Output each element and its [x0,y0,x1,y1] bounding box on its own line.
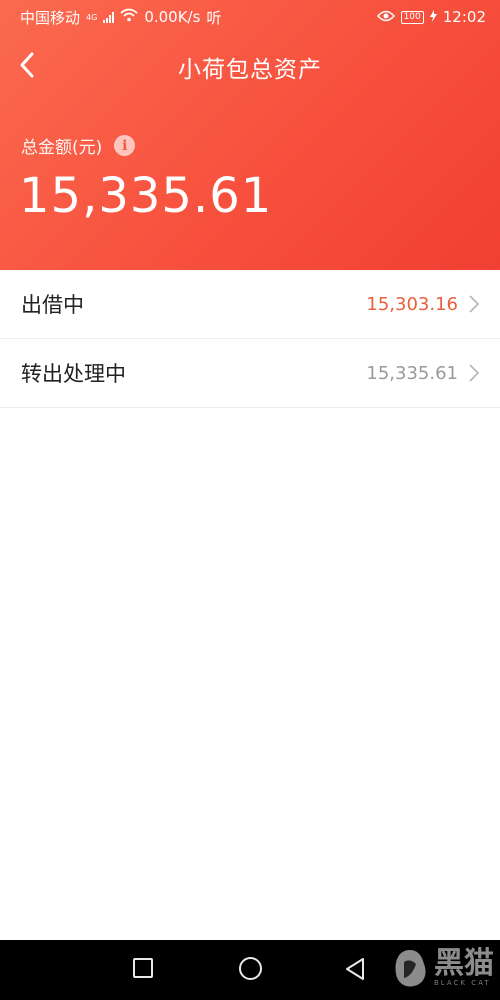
total-label: 总金额(元) [21,138,103,158]
charging-icon [429,8,437,26]
eye-icon [376,8,395,26]
list-item-value: 15,303.16 [366,293,458,315]
total-label-group: 总金额(元) i [21,133,136,158]
listen-indicator: 听 [206,8,222,27]
carrier-name: 中国移动 [20,8,81,27]
network-speed: 0.00K/s [144,8,201,26]
network-type: 4G [86,12,98,22]
list-item-transfer-processing[interactable]: 转出处理中 15,335.61 [0,339,500,408]
navbar: 小荷包总资产 [0,34,500,98]
recent-apps-icon[interactable] [133,958,153,978]
clock: 12:02 [442,8,486,26]
chevron-right-icon [469,364,480,382]
back-triangle-icon[interactable] [344,957,366,981]
header: 中国移动 4G 0.00K/s 听 100 12:02 小荷包总资产 总金额(元… [0,0,500,270]
signal-icon [103,11,115,23]
total-amount: 15,335.61 [19,168,273,224]
home-icon[interactable] [239,957,262,980]
watermark-text: 黑猫 [434,946,494,981]
watermark-subtext: BLACK CAT [434,979,491,987]
list-item-value: 15,335.61 [366,362,458,384]
watermark: 黑猫 BLACK CAT [390,946,494,990]
info-icon[interactable]: i [114,135,136,156]
list-item-label: 出借中 [21,293,84,317]
black-cat-logo-icon [395,950,426,987]
list-item-lending[interactable]: 出借中 15,303.16 [0,270,500,339]
battery-icon: 100 [400,10,424,24]
chevron-right-icon [469,295,480,313]
list-item-label: 转出处理中 [21,362,126,386]
asset-list: 出借中 15,303.16 转出处理中 15,335.61 [0,270,500,408]
battery-level: 100 [403,11,421,22]
page-title: 小荷包总资产 [178,57,322,83]
status-bar: 中国移动 4G 0.00K/s 听 100 12:02 [0,0,500,34]
wifi-icon [120,8,138,26]
